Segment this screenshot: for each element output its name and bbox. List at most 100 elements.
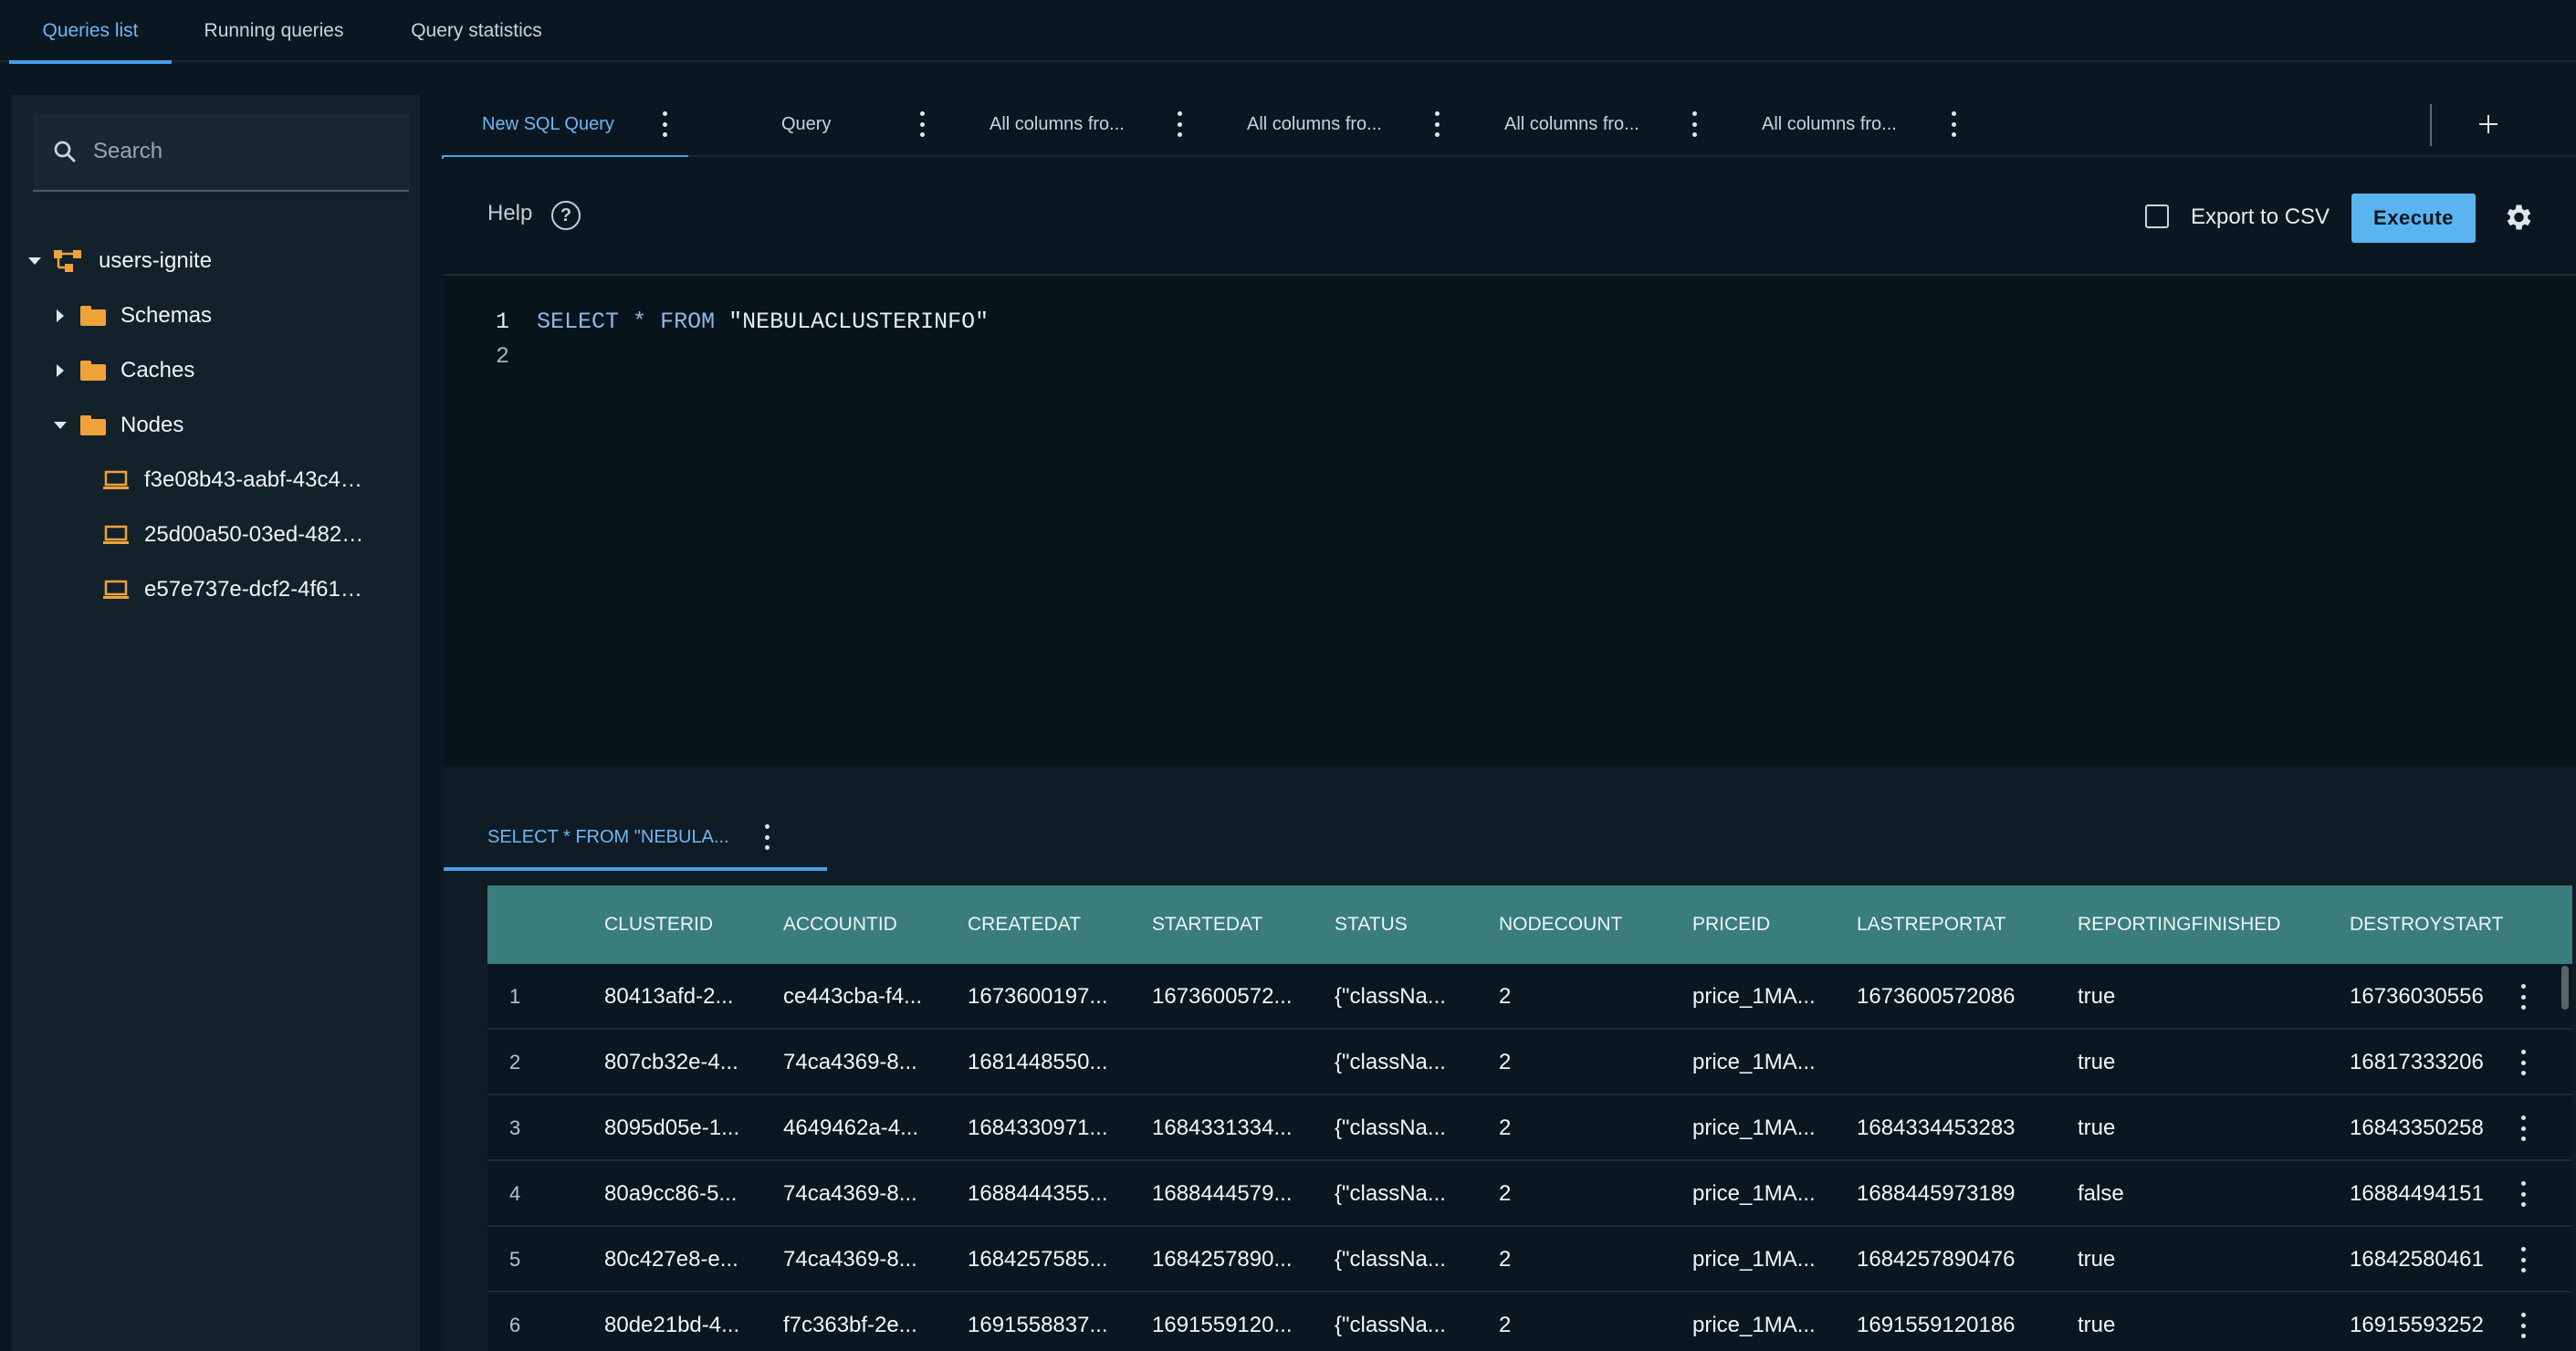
table-cell[interactable]: price_1MA...	[1692, 1161, 1848, 1227]
tab-query-statistics[interactable]: Query statistics	[383, 0, 570, 62]
table-cell[interactable]: 1684331334...	[1152, 1095, 1325, 1161]
code-line[interactable]: 1 SELECT * FROM "NEBULACLUSTERINFO"	[444, 304, 989, 339]
more-icon[interactable]	[1176, 111, 1183, 137]
caret-right-icon[interactable]	[47, 303, 73, 329]
tab-running-queries[interactable]: Running queries	[183, 0, 365, 62]
table-row[interactable]: 4 80a9cc86-5... 74ca4369-8... 1688444355...…	[487, 1161, 2572, 1227]
table-cell[interactable]: 16884494151	[2350, 1161, 2507, 1227]
table-cell[interactable]: price_1MA...	[1692, 1227, 1848, 1293]
table-row[interactable]: 1 80413afd-2... ce443cba-f4... 1673600197..…	[487, 964, 2572, 1030]
table-cell[interactable]: 1691558837...	[968, 1293, 1141, 1351]
table-cell[interactable]: 1691559120...	[1152, 1293, 1325, 1351]
column-header[interactable]: REPORTINGFINISHED	[2078, 885, 2280, 964]
table-cell[interactable]: 1688444579...	[1152, 1161, 1325, 1227]
table-cell[interactable]: true	[2078, 1293, 2333, 1351]
table-row[interactable]: 2 807cb32e-4... 74ca4369-8... 1681448550...…	[487, 1030, 2572, 1095]
table-cell[interactable]: false	[2078, 1161, 2333, 1227]
table-cell[interactable]: {"classNa...	[1335, 1161, 1490, 1227]
table-cell[interactable]: 1688444355...	[968, 1161, 1141, 1227]
gear-icon[interactable]	[2501, 201, 2534, 234]
column-header[interactable]: STARTEDAT	[1152, 885, 1262, 964]
search-box[interactable]	[33, 113, 409, 192]
table-cell[interactable]: 1673600572086	[1857, 964, 2067, 1030]
table-cell[interactable]	[1857, 1030, 2067, 1095]
code-text[interactable]: SELECT * FROM "NEBULACLUSTERINFO"	[537, 309, 989, 335]
column-header[interactable]: CREATEDAT	[968, 885, 1081, 964]
tree-item-root[interactable]: users-ignite	[22, 236, 212, 287]
row-more-icon[interactable]	[2519, 1050, 2527, 1075]
search-input[interactable]	[91, 138, 383, 165]
table-cell[interactable]: 74ca4369-8...	[783, 1161, 957, 1227]
table-cell[interactable]: 1681448550...	[968, 1030, 1141, 1095]
table-cell[interactable]: 2	[1499, 1227, 1681, 1293]
tree-item-node[interactable]: 25d00a50-03ed-482…	[102, 509, 363, 560]
tree-item-schemas[interactable]: Schemas	[47, 290, 212, 341]
tab-queries-list[interactable]: Queries list	[9, 0, 172, 64]
table-cell[interactable]: 1673600572...	[1152, 964, 1325, 1030]
vertical-scrollbar[interactable]	[2561, 966, 2569, 1010]
table-cell[interactable]: 1684257890476	[1857, 1227, 2067, 1293]
table-cell[interactable]: 2	[1499, 964, 1681, 1030]
table-cell[interactable]: 2	[1499, 1030, 1681, 1095]
table-cell[interactable]: 16842580461	[2350, 1227, 2507, 1293]
table-cell[interactable]: 16843350258	[2350, 1095, 2507, 1161]
code-line[interactable]: 2	[444, 339, 509, 373]
table-cell[interactable]: 2	[1499, 1161, 1681, 1227]
table-cell[interactable]: 1684334453283	[1857, 1095, 2067, 1161]
query-tab-all-columns[interactable]: All columns fro...	[1720, 91, 1977, 157]
table-cell[interactable]: 80a9cc86-5...	[604, 1161, 769, 1227]
tree-item-caches[interactable]: Caches	[47, 345, 194, 396]
table-cell[interactable]: 1684257585...	[968, 1227, 1141, 1293]
table-cell[interactable]: 8095d05e-1...	[604, 1095, 769, 1161]
table-cell[interactable]: 1673600197...	[968, 964, 1141, 1030]
row-more-icon[interactable]	[2519, 1247, 2527, 1272]
table-cell[interactable]: 16915593252	[2350, 1293, 2507, 1351]
help-circle-icon[interactable]: ?	[551, 201, 581, 230]
table-cell[interactable]: 807cb32e-4...	[604, 1030, 769, 1095]
table-cell[interactable]: price_1MA...	[1692, 1030, 1848, 1095]
table-row[interactable]: 3 8095d05e-1... 4649462a-4... 1684330971...…	[487, 1095, 2572, 1161]
table-cell[interactable]: 80413afd-2...	[604, 964, 769, 1030]
table-cell[interactable]: 2	[1499, 1293, 1681, 1351]
more-icon[interactable]	[918, 111, 926, 137]
table-cell[interactable]: 2	[1499, 1095, 1681, 1161]
query-tab-all-columns[interactable]: All columns fro...	[1462, 91, 1720, 157]
table-cell[interactable]: price_1MA...	[1692, 1095, 1848, 1161]
table-cell[interactable]: ce443cba-f4...	[783, 964, 957, 1030]
tree-item-node[interactable]: f3e08b43-aabf-43c4…	[102, 455, 362, 506]
execute-button[interactable]: Execute	[2351, 194, 2476, 243]
column-header[interactable]: STATUS	[1335, 885, 1408, 964]
more-icon[interactable]	[1950, 111, 1957, 137]
column-header[interactable]: DESTROYSTART	[2350, 885, 2529, 964]
table-cell[interactable]: f7c363bf-2e...	[783, 1293, 957, 1351]
column-header[interactable]: ACCOUNTID	[783, 885, 897, 964]
table-row[interactable]: 5 80c427e8-e... 74ca4369-8... 1684257585...…	[487, 1227, 2572, 1293]
table-cell[interactable]: 80c427e8-e...	[604, 1227, 769, 1293]
query-tab-query[interactable]: Query	[690, 91, 948, 157]
table-row[interactable]: 6 80de21bd-4... f7c363bf-2e... 1691558837..…	[487, 1293, 2572, 1351]
result-tab[interactable]: SELECT * FROM "NEBULA...	[444, 803, 827, 871]
add-tab-button[interactable]	[2472, 108, 2505, 141]
row-more-icon[interactable]	[2519, 984, 2527, 1010]
table-cell[interactable]: price_1MA...	[1692, 1293, 1848, 1351]
export-csv-checkbox[interactable]	[2145, 204, 2169, 228]
help-label[interactable]: Help	[487, 201, 532, 226]
table-cell[interactable]: true	[2078, 1095, 2333, 1161]
table-cell[interactable]: {"classNa...	[1335, 1030, 1490, 1095]
query-tab-new-sql[interactable]: New SQL Query	[442, 91, 688, 159]
column-header[interactable]: CLUSTERID	[604, 885, 713, 964]
table-cell[interactable]: 1688445973189	[1857, 1161, 2067, 1227]
table-cell[interactable]: true	[2078, 1030, 2333, 1095]
caret-right-icon[interactable]	[47, 358, 73, 383]
caret-down-icon[interactable]	[47, 413, 73, 438]
table-cell[interactable]: 74ca4369-8...	[783, 1227, 957, 1293]
query-tab-all-columns[interactable]: All columns fro...	[1205, 91, 1462, 157]
table-cell[interactable]: 1684257890...	[1152, 1227, 1325, 1293]
more-icon[interactable]	[1691, 111, 1698, 137]
table-cell[interactable]: {"classNa...	[1335, 1293, 1490, 1351]
table-cell[interactable]: true	[2078, 1227, 2333, 1293]
table-cell[interactable]: 1684330971...	[968, 1095, 1141, 1161]
table-cell[interactable]: true	[2078, 964, 2333, 1030]
query-tab-all-columns[interactable]: All columns fro...	[948, 91, 1205, 157]
column-header[interactable]: PRICEID	[1692, 885, 1770, 964]
